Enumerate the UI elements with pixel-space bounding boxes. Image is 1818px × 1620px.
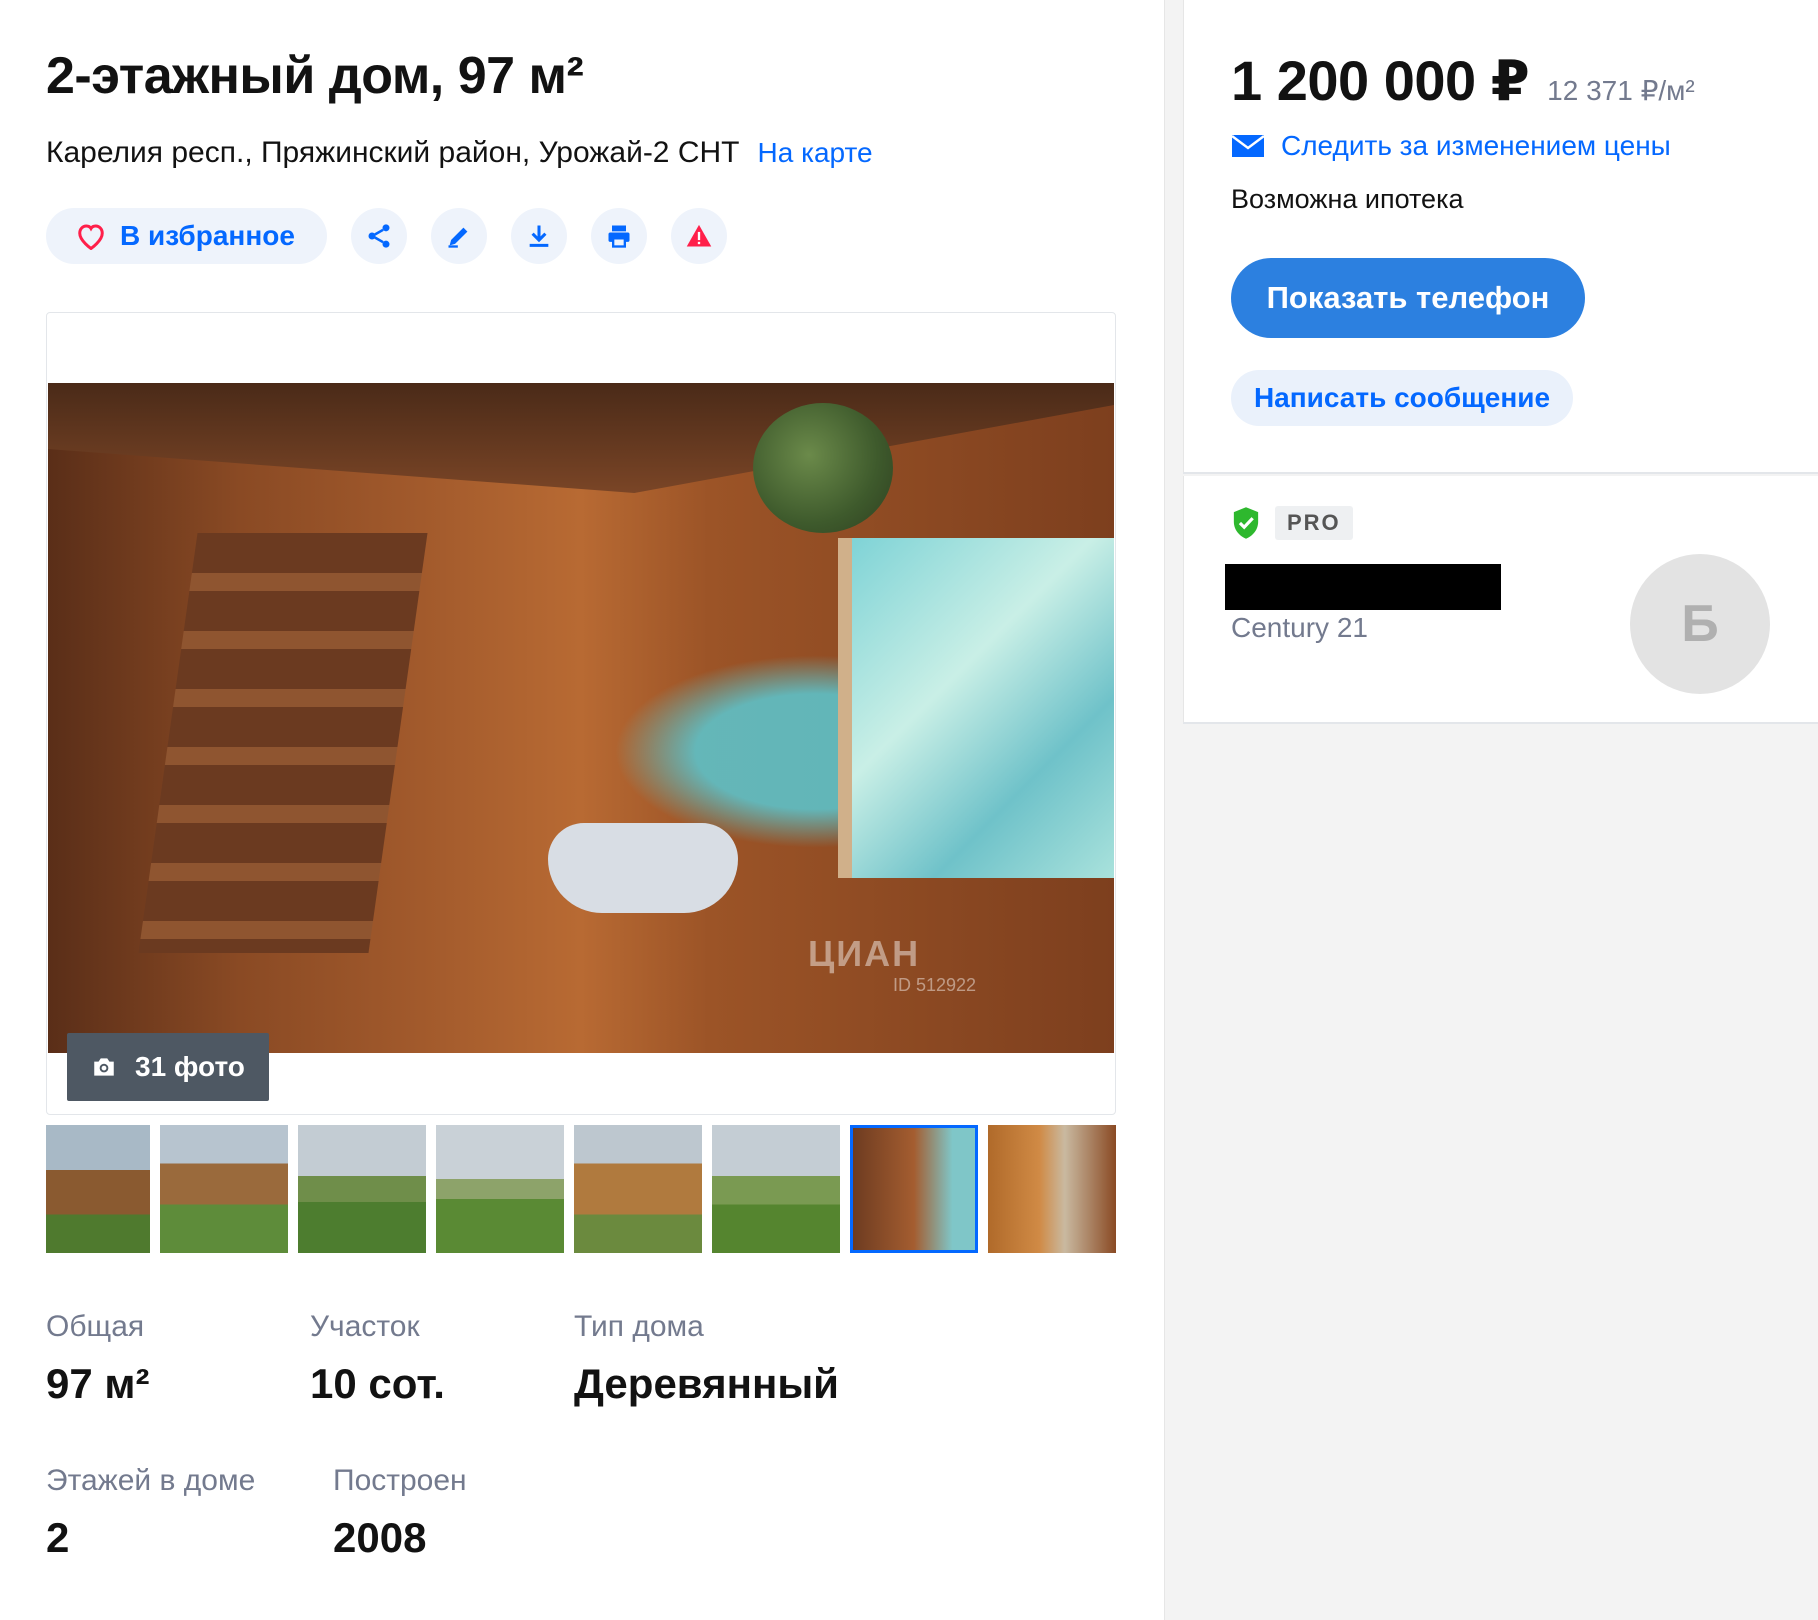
mortgage-note: Возможна ипотека (1231, 184, 1464, 214)
camera-icon (94, 1058, 114, 1076)
download-icon (529, 225, 549, 247)
thumbnail[interactable] (436, 1125, 564, 1253)
redacted-agent-name (1225, 564, 1501, 610)
show-phone-button[interactable]: Показать телефон (1231, 258, 1585, 338)
watermark: ЦИАН (808, 933, 921, 974)
report-button[interactable] (670, 208, 727, 264)
spec-floors: Этажей в доме 2 (46, 1464, 255, 1562)
spec-value: 2008 (333, 1514, 427, 1561)
column-divider (1164, 0, 1165, 1620)
agency-name: Century 21 (1231, 612, 1368, 643)
photo-count-label: 31 фото (135, 1051, 245, 1082)
photo-window (838, 538, 1114, 878)
thumbnail[interactable] (298, 1125, 426, 1253)
spec-label: Тип дома (574, 1310, 704, 1343)
photo-ceiling (48, 383, 1114, 493)
main-photo[interactable]: ЦИАН ID 512922 (48, 383, 1114, 1053)
photo-hat (753, 403, 893, 533)
heart-icon (78, 224, 104, 250)
agent-avatar[interactable]: Б (1630, 554, 1770, 694)
edit-icon (448, 227, 468, 248)
action-toolbar: В избранное (46, 208, 727, 264)
envelope-icon (1231, 135, 1265, 157)
price-card: 1 200 000 ₽ 12 371 ₽/м² Следить за измен… (1183, 0, 1818, 474)
favorite-button[interactable]: В избранное (46, 208, 327, 264)
print-button[interactable] (590, 208, 647, 264)
download-button[interactable] (510, 208, 567, 264)
warning-icon (686, 224, 712, 247)
thumbnail[interactable] (988, 1125, 1116, 1253)
thumbnail-active[interactable] (850, 1125, 978, 1253)
watermark-id: ID 512922 (893, 975, 977, 995)
address: Карелия респ., Пряжинский район, Урожай-… (46, 136, 740, 169)
spec-value: 2 (46, 1514, 70, 1561)
agent-card: PRO Century 21 Б (1183, 476, 1818, 724)
spec-plot: Участок 10 сот. (310, 1310, 445, 1408)
spec-label: Участок (310, 1310, 420, 1343)
spec-total-area: Общая 97 м² (46, 1310, 149, 1408)
track-price-link[interactable]: Следить за изменением цены (1231, 130, 1671, 162)
pro-badge: PRO (1275, 506, 1353, 540)
photo-stairs (138, 533, 428, 953)
write-message-button[interactable]: Написать сообщение (1231, 370, 1573, 426)
map-link[interactable]: На карте (758, 137, 873, 169)
price-row: 1 200 000 ₽ 12 371 ₽/м² (1231, 48, 1695, 114)
spec-label: Построен (333, 1464, 467, 1497)
thumbnail[interactable] (46, 1125, 150, 1253)
listing-title: 2-этажный дом, 97 м² (46, 47, 584, 105)
spec-value: 10 сот. (310, 1360, 445, 1407)
photo-sink (548, 823, 738, 913)
spec-house-type: Тип дома Деревянный (574, 1310, 839, 1408)
track-price-label: Следить за изменением цены (1281, 130, 1671, 161)
spec-label: Общая (46, 1310, 145, 1343)
share-icon (368, 224, 390, 248)
spec-label: Этажей в доме (46, 1464, 256, 1497)
favorite-label: В избранное (120, 220, 295, 251)
thumbnail[interactable] (712, 1125, 840, 1253)
thumbnail-strip (46, 1125, 1116, 1253)
price: 1 200 000 ₽ (1231, 49, 1530, 112)
photo-gallery: ЦИАН ID 512922 31 фото (46, 312, 1116, 1115)
edit-button[interactable] (430, 208, 487, 264)
agent-badges: PRO (1231, 506, 1353, 540)
photo-count-button[interactable]: 31 фото (67, 1033, 269, 1101)
thumbnail[interactable] (160, 1125, 288, 1253)
verified-shield-icon (1233, 507, 1259, 539)
thumbnail[interactable] (574, 1125, 702, 1253)
spec-built: Построен 2008 (333, 1464, 467, 1562)
share-button[interactable] (350, 208, 407, 264)
print-icon (608, 225, 630, 248)
price-per-m2: 12 371 ₽/м² (1547, 75, 1695, 106)
spec-value: 97 м² (46, 1360, 150, 1407)
spec-value: Деревянный (574, 1360, 840, 1407)
address-row: Карелия респ., Пряжинский район, Урожай-… (46, 136, 873, 170)
